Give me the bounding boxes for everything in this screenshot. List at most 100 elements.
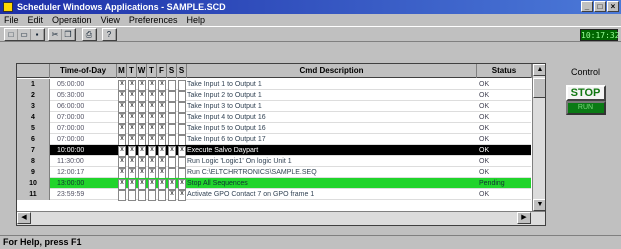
stop-button[interactable]: STOP	[565, 85, 606, 101]
table-row[interactable]: 6 07:00:00 x x x x x Take Input 6 to Output 17 O…	[17, 134, 531, 146]
status-cell: Pending	[479, 180, 505, 187]
clock-display: 10:17:32	[580, 29, 620, 41]
app-icon	[3, 2, 13, 12]
day-checkbox[interactable]	[128, 190, 136, 201]
day-checkbox[interactable]	[148, 190, 156, 201]
status-cell: OK	[479, 136, 490, 143]
table-row[interactable]: 5 07:00:00 x x x x x Take Input 5 to Output 16 O…	[17, 123, 531, 135]
header-day-t[interactable]: T	[127, 64, 137, 78]
header-day-th[interactable]: T	[147, 64, 157, 78]
status-bar: For Help, press F1	[0, 235, 621, 249]
time-cell: 23:59:59	[57, 191, 85, 198]
status-cell: OK	[479, 114, 490, 121]
header-day-sa[interactable]: S	[167, 64, 177, 78]
status-cell: OK	[479, 103, 490, 110]
minimize-button[interactable]: _	[581, 1, 593, 12]
table-row[interactable]: 2 05:30:00 x x x x x Take Input 2 to Output 1 OK	[17, 90, 531, 102]
menu-edit[interactable]: Edit	[28, 14, 44, 26]
menu-bar: File Edit Operation View Preferences Hel…	[0, 14, 621, 26]
description-cell: Stop All Sequences	[187, 180, 248, 187]
status-cell: OK	[479, 81, 490, 88]
menu-view[interactable]: View	[101, 14, 120, 26]
status-cell: OK	[479, 125, 490, 132]
control-panel: Control STOP RUN	[558, 67, 613, 115]
row-number: 2	[17, 90, 50, 101]
scroll-thumb[interactable]	[533, 78, 545, 98]
open-icon[interactable]: ▭	[18, 29, 31, 40]
row-number: 4	[17, 112, 50, 123]
description-cell: Take Input 3 to Output 1	[187, 103, 262, 110]
maximize-button[interactable]: □	[594, 1, 606, 12]
description-cell: Take Input 4 to Output 16	[187, 114, 266, 121]
run-button[interactable]: RUN	[565, 101, 606, 115]
menu-file[interactable]: File	[4, 14, 19, 26]
table-row[interactable]: 8 11:30:00 x x x x x Run Logic 'Logic1' On logi…	[17, 156, 531, 168]
row-number: 5	[17, 123, 50, 134]
status-cell: OK	[479, 169, 490, 176]
menu-preferences[interactable]: Preferences	[129, 14, 178, 26]
table-row[interactable]: 4 07:00:00 x x x x x Take Input 4 to Output 16 O…	[17, 112, 531, 124]
menu-operation[interactable]: Operation	[52, 14, 92, 26]
table-row[interactable]: 10 13:00:00 x x x x x x x Stop All Sequences Pendi…	[17, 178, 531, 190]
description-cell: Take Input 6 to Output 17	[187, 136, 266, 143]
table-row[interactable]: 11 23:59:59 x x Activate GPO Contact 7 on GP…	[17, 189, 531, 201]
scroll-down-button[interactable]: ▼	[533, 199, 545, 211]
print-icon[interactable]: ⎙	[83, 29, 96, 40]
time-cell: 07:00:00	[57, 136, 85, 143]
time-cell: 07:00:00	[57, 125, 85, 132]
table-row[interactable]: 9 12:00:17 x x x x x Run C:\ELTCHRTRONICS\SAMPL…	[17, 167, 531, 179]
table-row[interactable]: 1 05:00:00 x x x x x Take Input 1 to Output 1 OK	[17, 79, 531, 91]
time-cell: 11:30:00	[57, 158, 84, 165]
menu-help[interactable]: Help	[186, 14, 205, 26]
toolbar: □ ▭ ▪ ✂ ❐ ⎙ ? 10:17:32	[0, 26, 621, 42]
scroll-left-button[interactable]: ◀	[17, 212, 31, 224]
day-checkbox[interactable]	[158, 190, 166, 201]
header-time[interactable]: Time-of-Day	[50, 64, 117, 78]
description-cell: Activate GPO Contact 7 on GPO frame 1	[187, 191, 315, 198]
horizontal-scrollbar[interactable]: ◀ ▶	[17, 211, 545, 225]
header-day-f[interactable]: F	[157, 64, 167, 78]
header-status[interactable]: Status	[477, 64, 532, 78]
scroll-right-button[interactable]: ▶	[517, 212, 531, 224]
copy-icon[interactable]: ❐	[62, 29, 75, 40]
description-cell: Execute Salvo Daypart	[187, 147, 259, 154]
day-checkbox[interactable]	[138, 190, 146, 201]
save-icon[interactable]: ▪	[31, 29, 44, 40]
description-cell: Run C:\ELTCHRTRONICS\SAMPLE.SEQ	[187, 169, 317, 176]
day-checkbox[interactable]	[118, 190, 126, 201]
header-day-w[interactable]: W	[137, 64, 147, 78]
title-bar[interactable]: Scheduler Windows Applications - SAMPLE.…	[0, 0, 621, 14]
row-number: 8	[17, 156, 50, 167]
day-checkbox[interactable]: x	[178, 190, 186, 201]
header-day-su[interactable]: S	[177, 64, 187, 78]
table-row[interactable]: 3 06:00:00 x x x x x Take Input 3 to Output 1 OK	[17, 101, 531, 113]
row-number: 11	[17, 189, 50, 200]
row-number: 9	[17, 167, 50, 178]
description-cell: Run Logic 'Logic1' On logic Unit 1	[187, 158, 292, 165]
row-number: 3	[17, 101, 50, 112]
time-cell: 05:30:00	[57, 92, 85, 99]
schedule-grid: Time-of-Day M T W T F S S Cmd Descriptio…	[16, 63, 546, 226]
status-cell: OK	[479, 191, 490, 198]
row-number: 6	[17, 134, 50, 145]
time-cell: 10:00:00	[57, 147, 85, 154]
header-day-m[interactable]: M	[117, 64, 127, 78]
close-button[interactable]: ×	[607, 1, 619, 12]
row-number: 10	[17, 178, 50, 189]
cut-icon[interactable]: ✂	[49, 29, 62, 40]
vertical-scrollbar[interactable]: ▲ ▼	[532, 64, 545, 211]
help-icon[interactable]: ?	[103, 29, 116, 40]
row-number: 1	[17, 79, 50, 90]
time-cell: 07:00:00	[57, 114, 85, 121]
time-cell: 12:00:17	[57, 169, 85, 176]
table-row[interactable]: 7 10:00:00 x x x x x x x Execute Salvo Daypart OK	[17, 145, 531, 157]
header-description[interactable]: Cmd Description	[187, 64, 477, 78]
day-checkbox[interactable]: x	[168, 190, 176, 201]
status-cell: OK	[479, 92, 490, 99]
time-cell: 05:00:00	[57, 81, 85, 88]
scroll-up-button[interactable]: ▲	[533, 64, 545, 76]
row-number: 7	[17, 145, 50, 156]
control-label: Control	[570, 67, 600, 77]
window-title: Scheduler Windows Applications - SAMPLE.…	[17, 2, 226, 12]
new-icon[interactable]: □	[5, 29, 18, 40]
